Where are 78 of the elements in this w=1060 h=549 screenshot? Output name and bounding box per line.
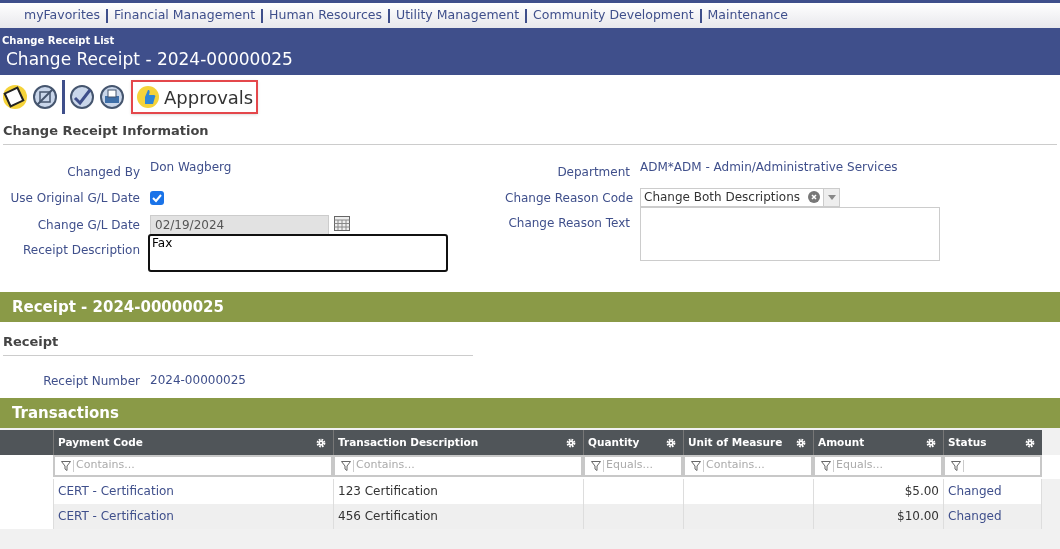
nav-separator	[106, 8, 109, 23]
table-cell: $10.00	[897, 508, 939, 523]
checkmark-icon[interactable]	[69, 84, 95, 110]
field-value: Don Wagberg	[150, 159, 232, 175]
table-cell: Changed	[948, 483, 1002, 498]
toolbar-separator	[62, 80, 65, 114]
settings-icon[interactable]	[566, 437, 576, 448]
table-row[interactable]: CERT - Certification 456 Certification $10.00 Changed	[53, 503, 1042, 529]
filter-placeholder: Contains...	[76, 457, 135, 474]
reason-text-field[interactable]	[640, 206, 940, 261]
nav-separator	[525, 8, 528, 23]
approvals-button[interactable]: Approvals	[131, 80, 259, 114]
table-cell: 456 Certification	[338, 508, 438, 523]
section-band: Receipt - 2024-00000025	[0, 291, 1060, 322]
nav-link[interactable]: Utility Management	[396, 6, 520, 25]
filter-placeholder: Equals...	[836, 457, 883, 474]
nav-link[interactable]: myFavorites	[24, 6, 101, 25]
thumbs-up-icon	[136, 85, 160, 109]
breadcrumb-link[interactable]: Change Receipt List	[0, 34, 117, 47]
settings-icon[interactable]	[1025, 437, 1035, 448]
nav-separator	[699, 8, 702, 23]
nav-link[interactable]: Community Development	[533, 6, 694, 25]
table-row[interactable]: CERT - Certification 123 Certification $5.00 Changed	[53, 478, 1042, 504]
column-header[interactable]: Status	[943, 429, 1042, 455]
caret-icon[interactable]	[823, 188, 839, 206]
field-label: Receipt Number	[42, 373, 141, 390]
column-header[interactable]: Payment Code	[53, 429, 333, 455]
payment-code-link[interactable]: CERT - Certification	[58, 483, 174, 498]
nav-link[interactable]: Human Resources	[269, 6, 382, 25]
table-header-blank	[0, 429, 53, 455]
page-title: Change Receipt - 2024-00000025	[5, 48, 294, 71]
column-header[interactable]: Quantity	[583, 429, 683, 455]
notepad-icon[interactable]	[2, 84, 28, 110]
nav-link[interactable]: Financial Management	[114, 6, 256, 25]
field-label: Change Reason Text	[507, 214, 631, 231]
settings-icon[interactable]	[926, 437, 936, 448]
column-header[interactable]: Amount	[813, 429, 943, 455]
filter-field[interactable]	[943, 454, 1042, 477]
nav-separator	[261, 8, 264, 23]
field-label: Change G/L Date	[36, 216, 141, 234]
column-header[interactable]: Transaction Description	[333, 429, 583, 455]
filter-placeholder: Contains...	[706, 457, 765, 474]
calendar-icon[interactable]	[334, 214, 350, 231]
table-cell: 123 Certification	[338, 483, 438, 498]
filter-icon[interactable]	[951, 460, 961, 471]
filter-icon[interactable]	[821, 460, 831, 471]
filter-icon[interactable]	[691, 460, 701, 471]
filter-icon[interactable]	[341, 460, 351, 471]
table-cell: Changed	[948, 508, 1002, 523]
field-value: 2024-00000025	[150, 372, 246, 389]
filter-icon[interactable]	[61, 460, 71, 471]
nav-separator	[388, 8, 390, 23]
table-cell: $5.00	[904, 483, 939, 498]
settings-icon[interactable]	[796, 437, 806, 448]
settings-icon[interactable]	[666, 437, 676, 448]
no-edit-icon[interactable]	[32, 84, 58, 110]
settings-icon[interactable]	[316, 437, 326, 448]
payment-code-link[interactable]: CERT - Certification	[58, 508, 174, 523]
filter-icon[interactable]	[591, 460, 601, 471]
column-header[interactable]: Unit of Measure	[683, 429, 813, 455]
printer-icon[interactable]	[99, 84, 125, 110]
field-label: Use Original G/L Date	[9, 189, 141, 207]
description-field[interactable]: Fax	[148, 233, 448, 272]
field-label: Department	[556, 163, 631, 181]
reason-code-dropdown[interactable]: Change Both Descriptions	[640, 187, 840, 207]
section-heading: Receipt	[3, 331, 473, 356]
field-label: Change Reason Code	[505, 189, 635, 207]
field-label: Receipt Description	[22, 241, 141, 258]
filter-placeholder: Equals...	[606, 457, 653, 474]
filter-placeholder: Contains...	[356, 457, 415, 474]
dropdown-value: Change Both Descriptions	[643, 189, 802, 206]
section-band: Transactions	[0, 397, 1060, 428]
field-value: ADM*ADM - Admin/Administrative Services	[640, 159, 898, 175]
checkbox[interactable]	[150, 190, 164, 205]
field-label: Changed By	[66, 163, 141, 181]
section-heading: Change Receipt Information	[3, 119, 1057, 145]
clear-icon[interactable]	[808, 191, 820, 203]
nav-link[interactable]: Maintenance	[707, 6, 789, 25]
